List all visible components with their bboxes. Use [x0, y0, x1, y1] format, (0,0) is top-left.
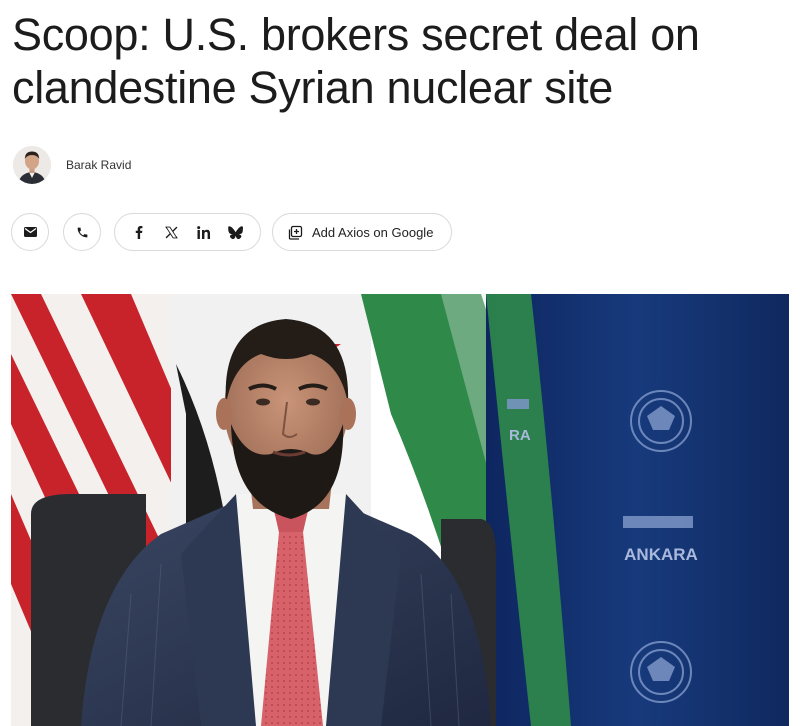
share-bar: Add Axios on Google [0, 213, 800, 253]
backdrop-ankara-text: ANKARA [624, 545, 698, 564]
phone-icon [72, 222, 92, 242]
add-axios-on-google-label: Add Axios on Google [312, 224, 434, 240]
x-icon[interactable] [161, 222, 181, 242]
author-avatar[interactable] [13, 146, 51, 184]
backdrop-partial-text: RA [509, 427, 531, 444]
email-share-button[interactable] [11, 213, 49, 251]
bluesky-icon[interactable] [226, 222, 246, 242]
facebook-icon[interactable] [129, 222, 149, 242]
hero-image[interactable]: ANKARA RA [11, 294, 789, 726]
email-icon [20, 222, 40, 242]
linkedin-icon[interactable] [194, 222, 214, 242]
social-share-group [114, 213, 261, 251]
byline: Barak Ravid [13, 145, 131, 185]
add-axios-on-google-button[interactable]: Add Axios on Google [272, 213, 452, 251]
phone-share-button[interactable] [63, 213, 101, 251]
article-headline: Scoop: U.S. brokers secret deal on cland… [12, 8, 792, 114]
headline-line-1: Scoop: U.S. brokers secret deal on [12, 9, 700, 60]
add-source-icon [285, 222, 305, 242]
author-name[interactable]: Barak Ravid [66, 158, 131, 172]
headline-line-2: clandestine Syrian nuclear site [12, 62, 614, 113]
hero-photo: ANKARA RA [11, 294, 789, 726]
avatar-image [13, 146, 51, 184]
